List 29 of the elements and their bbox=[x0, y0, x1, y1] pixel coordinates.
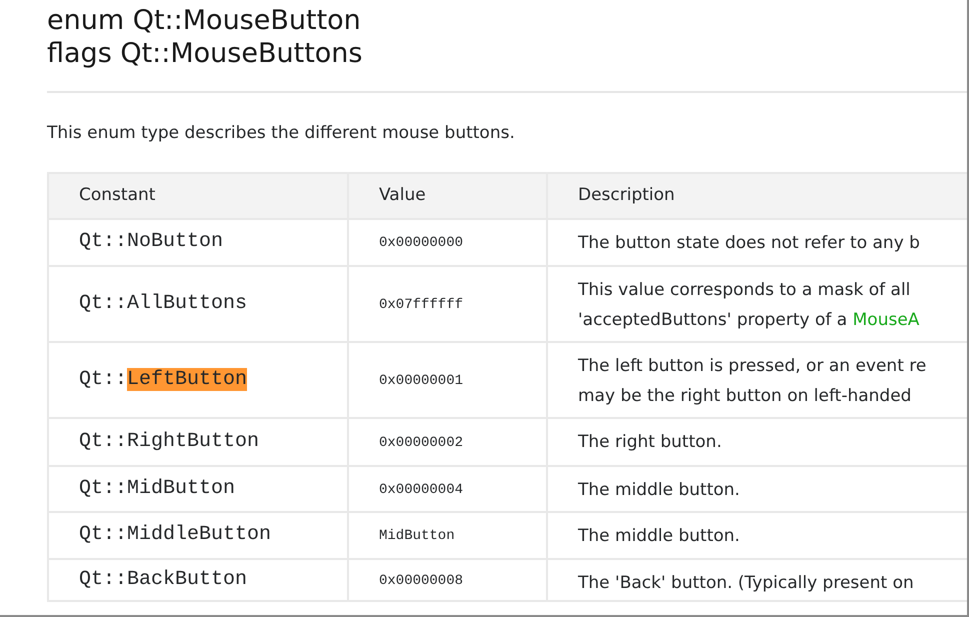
constant-name: Qt::BackButton bbox=[79, 568, 248, 590]
column-header: Constant bbox=[79, 184, 156, 205]
page-title: enum Qt::MouseButton flags Qt::MouseButtons bbox=[47, 4, 362, 70]
intro-text: This enum type describes the different mouse buttons. bbox=[47, 122, 515, 145]
column-header: Description bbox=[578, 184, 675, 205]
constant-name: Qt::NoButton bbox=[79, 230, 224, 253]
column-header: Value bbox=[379, 184, 426, 205]
constant-name: Qt::RightButton bbox=[79, 430, 260, 452]
constant-name: Qt::MidButton bbox=[79, 476, 236, 500]
description-text: may be the right button on left-handed bbox=[578, 384, 912, 408]
constant-value: 0x07ffffff bbox=[379, 296, 464, 313]
mouse-area-link[interactable]: MouseA bbox=[852, 310, 920, 330]
constant-name: Qt::LeftButton bbox=[79, 368, 248, 390]
description-text: The right button. bbox=[578, 430, 722, 454]
constant-value: 0x00000001 bbox=[379, 372, 464, 389]
description-text: The middle button. bbox=[578, 478, 740, 502]
description-text: 'acceptedButtons' property of a MouseA bbox=[578, 308, 920, 332]
description-text: The 'Back' button. (Typically present on bbox=[578, 572, 914, 594]
constant-value: 0x00000000 bbox=[379, 235, 464, 252]
constant-name: Qt::AllButtons bbox=[79, 292, 248, 314]
constant-value: MidButton bbox=[379, 528, 455, 544]
constant-name: Qt::MiddleButton bbox=[79, 523, 272, 546]
constant-value: 0x00000008 bbox=[379, 572, 464, 589]
description-text: The button state does not refer to any b bbox=[578, 232, 920, 254]
constant-value: 0x00000002 bbox=[379, 434, 464, 451]
description-text: The left button is pressed, or an event re bbox=[578, 354, 926, 378]
description-text: The middle button. bbox=[578, 524, 740, 548]
description-text: This value corresponds to a mask of all bbox=[578, 278, 910, 302]
constant-value: 0x00000004 bbox=[379, 482, 464, 498]
